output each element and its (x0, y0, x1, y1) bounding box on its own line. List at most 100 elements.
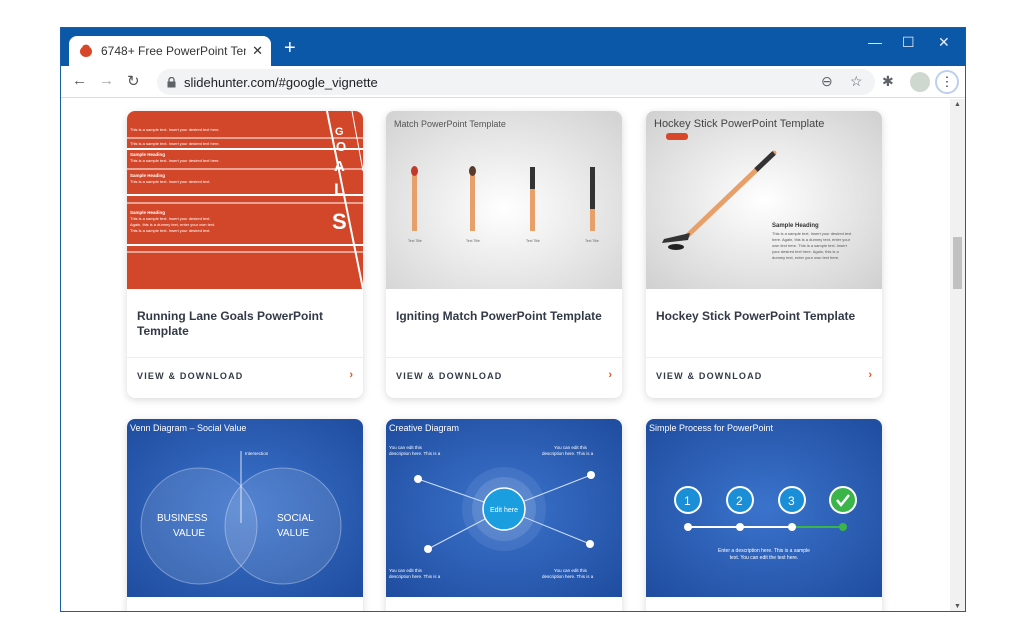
card-title[interactable]: Igniting Match PowerPoint Template (396, 309, 610, 324)
svg-text:own text here. This is a sampl: own text here. This is a sample text. In… (772, 243, 848, 248)
hockey-stick-thumbnail: Hockey Stick PowerPoint Template Sample … (646, 111, 882, 289)
slidehunter-favicon-icon (80, 44, 92, 57)
svg-text:description here. This is a: description here. This is a (389, 451, 441, 456)
svg-text:VALUE: VALUE (277, 528, 309, 539)
svg-text:L: L (334, 180, 344, 199)
url-text: slidehunter.com/#google_vignette (184, 74, 378, 90)
svg-text:Enter a description here. This: Enter a description here. This is a samp… (718, 548, 810, 554)
card-title[interactable]: Hockey Stick PowerPoint Template (656, 309, 870, 324)
svg-text:your desired text here. Again,: your desired text here. Again, this is a (772, 249, 839, 254)
svg-text:Text Title: Text Title (466, 239, 480, 243)
svg-text:Sample Heading: Sample Heading (772, 223, 819, 229)
svg-text:This is a sample text. Insert: This is a sample text. Insert your desir… (130, 179, 210, 184)
svg-text:Text Title: Text Title (408, 239, 422, 243)
card-divider (386, 357, 622, 358)
svg-text:3: 3 (788, 494, 795, 508)
template-card[interactable]: Venn Diagram – Social Value Intersection… (127, 419, 363, 611)
svg-text:VALUE: VALUE (173, 528, 205, 539)
bookmark-star-icon[interactable]: ☆ (850, 73, 863, 90)
svg-text:This is a sample text. Insert: This is a sample text. Insert your desir… (130, 158, 220, 163)
scroll-down-icon[interactable]: ▼ (954, 603, 961, 610)
svg-text:Sample Heading: Sample Heading (130, 152, 165, 157)
svg-text:Edit here: Edit here (490, 507, 518, 514)
svg-text:You can edit this: You can edit this (389, 445, 423, 450)
template-card[interactable]: Hockey Stick PowerPoint Template Sample … (646, 111, 882, 398)
scroll-thumb[interactable] (953, 237, 962, 289)
lock-icon (167, 76, 176, 87)
scroll-up-icon[interactable]: ▲ (954, 101, 961, 108)
venn-diagram-thumbnail: Venn Diagram – Social Value Intersection… (127, 419, 363, 597)
window-close-icon[interactable]: ✕ (938, 34, 950, 51)
browser-menu-icon[interactable]: ⋮ (935, 70, 959, 94)
minimize-icon[interactable]: — (868, 34, 882, 50)
svg-text:A: A (334, 158, 345, 175)
card-divider (127, 357, 363, 358)
svg-text:O: O (336, 139, 346, 154)
svg-text:You can edit this: You can edit this (389, 568, 423, 573)
view-download-link[interactable]: VIEW & DOWNLOAD (137, 371, 244, 381)
svg-text:Match PowerPoint Template: Match PowerPoint Template (394, 119, 506, 129)
address-bar[interactable]: slidehunter.com/#google_vignette (157, 69, 875, 95)
running-lane-thumbnail: This is a sample text. Insert your desir… (127, 111, 363, 289)
svg-text:You can edit this: You can edit this (554, 445, 588, 450)
view-download-link[interactable]: VIEW & DOWNLOAD (396, 371, 503, 381)
browser-window: 6748+ Free PowerPoint Template ✕ + — ☐ ✕… (60, 27, 966, 612)
svg-text:This is a sample text. Insert: This is a sample text. Insert your desir… (130, 141, 220, 146)
svg-text:description here. This is a: description here. This is a (389, 574, 441, 579)
svg-text:Again, this is a dummy text, e: Again, this is a dummy text, enter your … (130, 222, 215, 227)
template-card[interactable]: Creative Diagram Edit here You can edit … (386, 419, 622, 611)
view-download-link[interactable]: VIEW & DOWNLOAD (656, 371, 763, 381)
simple-process-thumbnail: Simple Process for PowerPoint 1 2 3 Ente… (646, 419, 882, 597)
page-content: This is a sample text. Insert your desir… (61, 99, 950, 611)
svg-text:S: S (332, 209, 347, 234)
profile-avatar[interactable] (910, 72, 930, 92)
title-bar: 6748+ Free PowerPoint Template ✕ + — ☐ ✕ (61, 28, 965, 66)
browser-tab[interactable]: 6748+ Free PowerPoint Template ✕ (69, 36, 271, 66)
svg-text:Sample Heading: Sample Heading (130, 173, 165, 178)
chevron-right-icon[interactable]: › (349, 369, 353, 381)
svg-text:text. You can edit the text he: text. You can edit the text here. (730, 555, 799, 561)
extensions-icon[interactable]: ✱ (882, 73, 894, 90)
svg-text:BUSINESS: BUSINESS (157, 513, 208, 524)
svg-text:Hockey Stick PowerPoint Templa: Hockey Stick PowerPoint Template (654, 118, 824, 130)
svg-text:Text Title: Text Title (585, 239, 599, 243)
svg-text:Sample Heading: Sample Heading (130, 210, 165, 215)
chevron-right-icon[interactable]: › (868, 369, 872, 381)
card-title[interactable]: Running Lane Goals PowerPoint Template (137, 309, 351, 339)
svg-text:This is a sample text. Insert: This is a sample text. Insert your desir… (130, 216, 210, 221)
svg-text:here. Again, this is a dummy t: here. Again, this is a dummy text, enter… (772, 237, 851, 242)
svg-text:Simple Process for PowerPoint: Simple Process for PowerPoint (649, 423, 774, 433)
svg-text:Venn Diagram – Social Value: Venn Diagram – Social Value (130, 423, 246, 433)
reload-icon[interactable]: ↻ (127, 72, 140, 90)
chevron-right-icon[interactable]: › (608, 369, 612, 381)
browser-toolbar: ← → ↻ slidehunter.com/#google_vignette ⊖… (61, 66, 965, 98)
tab-title: 6748+ Free PowerPoint Template (101, 44, 246, 58)
creative-diagram-thumbnail: Creative Diagram Edit here You can edit … (386, 419, 622, 597)
template-card[interactable]: Simple Process for PowerPoint 1 2 3 Ente… (646, 419, 882, 611)
svg-text:SOCIAL: SOCIAL (277, 513, 314, 524)
svg-text:description here. This is a: description here. This is a (542, 451, 594, 456)
vertical-scrollbar[interactable]: ▲ ▼ (950, 99, 965, 611)
svg-text:You can edit this: You can edit this (554, 568, 588, 573)
card-divider (646, 357, 882, 358)
svg-text:description here. This is a: description here. This is a (542, 574, 594, 579)
template-card[interactable]: Match PowerPoint Template Text Title Tex… (386, 111, 622, 398)
template-card[interactable]: This is a sample text. Insert your desir… (127, 111, 363, 398)
tab-close-icon[interactable]: ✕ (252, 43, 263, 59)
svg-text:G: G (335, 126, 344, 138)
svg-text:dummy text, enter your own tex: dummy text, enter your own text here. (772, 255, 839, 260)
svg-text:This is a sample text. Insert: This is a sample text. Insert your desir… (130, 228, 210, 233)
svg-text:Text Title: Text Title (526, 239, 540, 243)
svg-text:Creative Diagram: Creative Diagram (389, 423, 459, 433)
svg-text:Intersection: Intersection (245, 451, 269, 456)
back-icon[interactable]: ← (72, 72, 87, 89)
match-thumbnail: Match PowerPoint Template Text Title Tex… (386, 111, 622, 289)
svg-text:2: 2 (736, 494, 743, 508)
forward-icon[interactable]: → (99, 72, 114, 89)
maximize-icon[interactable]: ☐ (902, 34, 915, 51)
svg-text:1: 1 (684, 494, 691, 508)
zoom-icon[interactable]: ⊖ (821, 73, 833, 90)
new-tab-button[interactable]: + (284, 38, 296, 58)
svg-text:This is a sample text. Insert: This is a sample text. Insert your desir… (130, 127, 220, 132)
svg-text:This is a sample text. Insert: This is a sample text. Insert your desir… (772, 231, 852, 236)
